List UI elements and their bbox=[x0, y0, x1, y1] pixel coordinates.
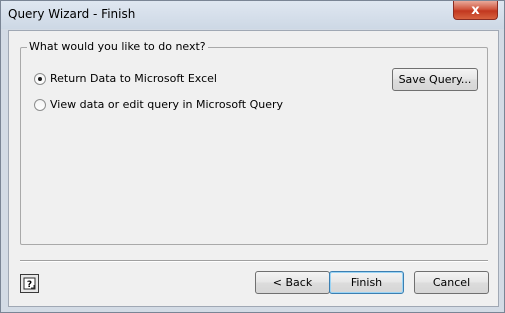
radio-dot-icon bbox=[38, 76, 42, 81]
window-title: Query Wizard - Finish bbox=[8, 7, 136, 21]
help-button[interactable]: ? bbox=[20, 274, 39, 293]
finish-button[interactable]: Finish bbox=[329, 271, 404, 294]
back-button[interactable]: < Back bbox=[255, 271, 330, 294]
option-view-edit-query-label: View data or edit query in Microsoft Que… bbox=[50, 98, 283, 111]
cancel-button[interactable]: Cancel bbox=[414, 271, 489, 294]
next-action-group: What would you like to do next? Return D… bbox=[20, 40, 488, 245]
close-button[interactable]: x bbox=[453, 1, 498, 20]
option-return-data-label: Return Data to Microsoft Excel bbox=[50, 72, 217, 85]
title-bar: Query Wizard - Finish x bbox=[1, 1, 504, 29]
dialog-body: What would you like to do next? Return D… bbox=[8, 30, 499, 307]
help-icon: ? bbox=[23, 277, 36, 290]
query-wizard-dialog: Query Wizard - Finish x What would you l… bbox=[0, 0, 505, 313]
group-legend: What would you like to do next? bbox=[27, 40, 208, 53]
radio-view-edit-query[interactable] bbox=[34, 98, 46, 111]
close-icon: x bbox=[471, 2, 480, 18]
option-return-data[interactable]: Return Data to Microsoft Excel bbox=[34, 72, 217, 85]
separator bbox=[20, 260, 488, 262]
save-query-button[interactable]: Save Query... bbox=[392, 68, 478, 91]
option-view-edit-query[interactable]: View data or edit query in Microsoft Que… bbox=[34, 98, 283, 111]
radio-return-data[interactable] bbox=[34, 72, 46, 85]
